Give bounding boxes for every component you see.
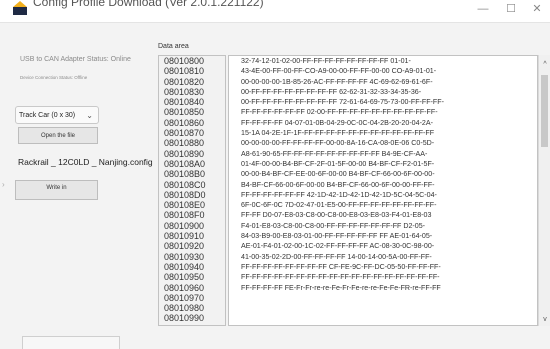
data-row: FF-FF-FF-FF-FF-FF 42-1D-42-1D-42-1D-42-1… [241, 190, 437, 199]
address-row: 080108D0 [164, 189, 206, 200]
address-row: 08010840 [164, 97, 205, 108]
app-logo-icon [13, 1, 27, 15]
track-select[interactable]: Track Car (0 x 30) ⌄ [15, 106, 99, 124]
address-row: 08010940 [164, 261, 205, 272]
data-row [229, 293, 537, 303]
address-row: 08010830 [164, 86, 205, 97]
write-in-button[interactable]: Write in [15, 180, 98, 200]
data-row: 00-00-00-00-FF-FF-FF-FF-00-00-8A-16-CA-0… [241, 139, 435, 148]
address-row: 08010990 [164, 313, 205, 324]
address-row: 08010970 [164, 292, 205, 303]
window-title: Config Profile Download (Ver 2.0.1.22112… [33, 0, 264, 9]
data-row [229, 313, 537, 323]
data-row: 6F-0C-6F-0C 7D-02-47-01-E5-00-FF-FF-FF-F… [241, 201, 437, 210]
scroll-down-icon[interactable]: v [540, 316, 550, 323]
data-area-label: Data area [158, 43, 189, 50]
address-row: 08010820 [164, 76, 205, 87]
data-row: 84-03-B9-00-E8-03-01-00-FF-FF-FF-FF-FF F… [241, 232, 433, 241]
minimize-button[interactable]: — [474, 2, 492, 16]
data-row [229, 303, 537, 313]
left-panel: USB to CAN Adapter Status: Online Device… [0, 22, 155, 349]
data-row: AE-01-F4-01-02-00-1C-02-FF-FF-FF-FF AC-0… [241, 242, 435, 251]
address-row: 08010870 [164, 128, 205, 139]
config-file-name: Rackrail _ 12C0LD _ Nanjing.config [18, 157, 153, 167]
data-row: FF-FF-FF-FF-FF-FF 02-00-FF-FF-FF-FF-FF-F… [241, 108, 438, 117]
adapter-status: USB to CAN Adapter Status: Online [20, 56, 131, 63]
vertical-scrollbar[interactable]: ^ v [538, 55, 550, 326]
data-row: 32-74-12-01-02-00-FF-FF-FF-FF-FF-FF-FF-F… [241, 57, 411, 65]
arrow-right-icon: › [2, 180, 5, 189]
data-row: 43-4E-00-FF-00-FF-CO-A9-00-00-FF-FF-00-0… [241, 67, 437, 76]
data-row: FF-FF-FF-FF-FF-FF-FF-FF CF-FE-9C-FF-DC-0… [241, 262, 441, 271]
address-row: 08010950 [164, 272, 205, 283]
title-bar: Config Profile Download (Ver 2.0.1.22112… [0, 0, 550, 23]
scroll-up-icon[interactable]: ^ [540, 61, 550, 68]
address-row: 08010850 [164, 107, 205, 118]
address-row: 08010880 [164, 138, 205, 149]
address-row: 08010810 [164, 66, 205, 77]
data-row: A8-61-90-65-FF-FF-FF-FF-FF-FF-FF-FF-FF B… [241, 149, 428, 158]
address-row: 080108B0 [164, 169, 206, 180]
data-row: 00-00-00-00-1B-85-26-AC-FF-FF-FF-FF 4C-6… [241, 77, 433, 86]
data-row: 01-4F-00-00-B4-BF-CF-2F-01-5F-00-00 B4-B… [241, 159, 435, 168]
address-row: 08010910 [164, 231, 205, 242]
address-row: 080108C0 [164, 179, 206, 190]
track-select-value: Track Car (0 x 30) [19, 112, 76, 119]
address-row: 080108F0 [164, 210, 205, 221]
data-row: 00-FF-FF-FF-FF-FF-FF-FF-FF 72-61-64-69-7… [241, 98, 444, 107]
address-row: 08010860 [164, 117, 205, 128]
address-row: 08010800 [164, 56, 205, 66]
address-list: 08010800 08010810 08010820 08010830 08010840… [158, 55, 226, 326]
data-row: B4-BF-CF-66-00-6F-00-00 B4-BF-CF-66-00-6… [241, 180, 435, 189]
data-row: FF-FF D0-07-E8-03-C8-00-C8-00-E8-03-E8-0… [241, 211, 432, 220]
scroll-thumb[interactable] [541, 75, 548, 147]
data-row: FF-FF-FF-FF-FF-FF-FF-FF-FF-FF-FF-FF-FF-F… [241, 273, 440, 282]
open-file-button[interactable]: Open the file [18, 127, 98, 144]
close-button[interactable]: ✕ [528, 2, 546, 16]
data-row: 00-FF-FF-FF-FF-FF-FF-FF-FF 62-62-31-32-3… [241, 87, 422, 96]
data-row: FF-FF-FF-FF FE-Fr-Fr-re-re-Fe-Fr-Fe-re-r… [241, 283, 441, 292]
data-row: F4-01-E8-03-C8-00-C8-00-FF-FF-FF-FF-FF-F… [241, 221, 426, 230]
address-row: 080108A0 [164, 158, 206, 169]
address-row: 08010930 [164, 251, 205, 262]
address-row: 08010980 [164, 303, 205, 314]
address-row: 08010920 [164, 241, 205, 252]
chevron-down-icon: ⌄ [86, 111, 93, 120]
data-row: FF-FF-FF-FF 04-07-01-0B-04-29-0C-0C-04-2… [241, 118, 433, 127]
address-row: 08010890 [164, 148, 205, 159]
data-row: 15-1A 04-2E-1F-1F-FF-FF-FF-FF-FF-FF-FF-F… [241, 129, 435, 138]
data-row: 41-00-35-02-2D-00-FF-FF-FF-FF 14-00-14-0… [241, 252, 432, 261]
maximize-button[interactable]: ☐ [502, 2, 520, 16]
data-row: 00-00-B4-BF-CF-EE-00-6F-00-00 B4-BF-CF-6… [241, 170, 435, 179]
address-row: 080108E0 [164, 200, 206, 211]
data-panel[interactable]: 32-74-12-01-02-00-FF-FF-FF-FF-FF-FF-FF-F… [228, 55, 538, 326]
device-connection-status: Device Connection Status: Offline [20, 75, 88, 80]
address-row: 08010960 [164, 282, 205, 293]
address-row: 08010900 [164, 220, 205, 231]
